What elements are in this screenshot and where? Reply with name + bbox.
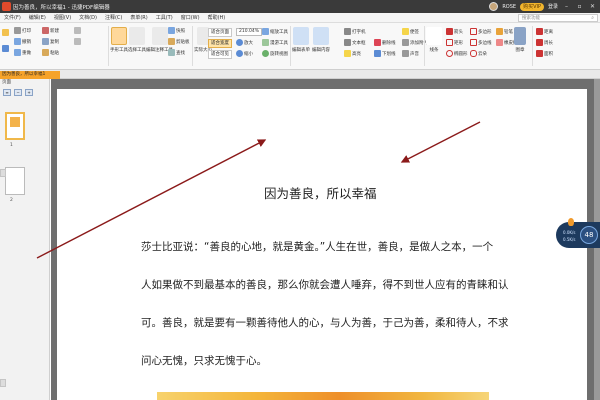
- arrow-annotation-1[interactable]: [36, 139, 267, 259]
- arrow-annotations[interactable]: [0, 0, 600, 400]
- widget-value: 48: [580, 226, 598, 244]
- upload-speed: 0.0K/s: [563, 230, 576, 235]
- network-speed-widget[interactable]: 0.0K/s 0.5K/s 48: [556, 218, 600, 248]
- arrow-annotation-2[interactable]: [400, 121, 481, 163]
- flame-icon: [568, 218, 574, 226]
- download-speed: 0.5K/s: [563, 237, 576, 242]
